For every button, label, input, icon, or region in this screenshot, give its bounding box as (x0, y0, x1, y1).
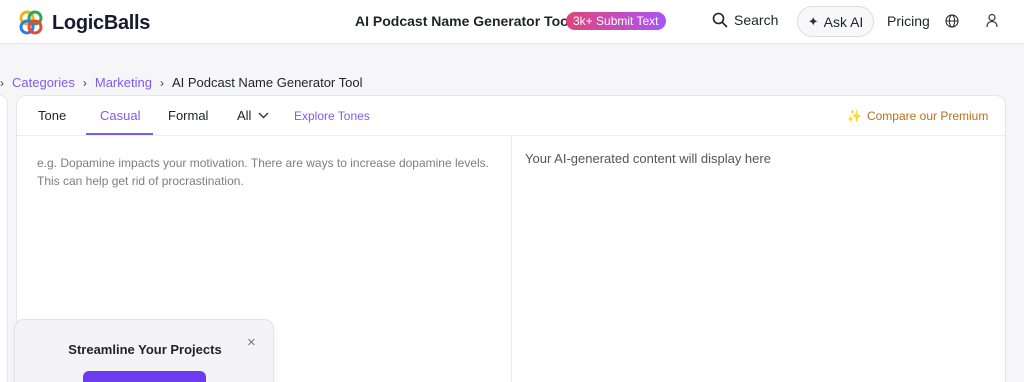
chevron-right-icon: › (159, 75, 164, 90)
ask-ai-label: Ask AI (823, 13, 864, 30)
output-area: Your AI-generated content will display h… (525, 151, 771, 166)
tone-label: Tone (38, 108, 67, 123)
page-title: AI Podcast Name Generator Tool (355, 13, 573, 29)
chevron-down-icon (258, 112, 269, 119)
close-icon[interactable]: × (247, 334, 256, 351)
logo-text: LogicBalls (52, 11, 151, 34)
pricing-link[interactable]: Pricing (887, 13, 930, 29)
user-icon[interactable] (985, 13, 999, 28)
logo[interactable]: LogicBalls (16, 8, 150, 38)
compare-premium-label: Compare our Premium (866, 109, 989, 123)
chevron-right-icon: › (0, 75, 4, 90)
content-input[interactable]: e.g. Dopamine impacts your motivation. T… (37, 154, 503, 190)
search-label: Search (734, 12, 779, 28)
explore-tones-link[interactable]: Explore Tones (294, 109, 370, 123)
popup-title: Streamline Your Projects (68, 342, 222, 357)
sparkle-icon: ✦ (807, 13, 819, 29)
globe-icon[interactable] (945, 14, 959, 28)
collapsed-side-panel[interactable] (0, 95, 8, 382)
tab-all-label: All (237, 108, 252, 123)
search-icon (712, 12, 728, 28)
tab-all-dropdown[interactable]: All (237, 108, 269, 123)
top-header: LogicBalls AI Podcast Name Generator Too… (0, 0, 1024, 44)
breadcrumb: › Categories › Marketing › AI Podcast Na… (0, 75, 362, 90)
breadcrumb-categories[interactable]: Categories (12, 75, 75, 90)
active-tab-indicator (86, 133, 153, 135)
submit-text-badge[interactable]: 3k+ Submit Text (566, 12, 666, 30)
tone-tabs: Tone Casual Formal All Explore Tones ✨ C… (17, 96, 1005, 136)
promo-popup: Streamline Your Projects × (14, 319, 274, 382)
breadcrumb-current: AI Podcast Name Generator Tool (171, 75, 363, 90)
tab-casual[interactable]: Casual (100, 108, 140, 123)
logo-icon (19, 10, 43, 35)
chevron-right-icon: › (82, 75, 87, 90)
popup-cta-button[interactable] (83, 371, 206, 382)
compare-premium-link[interactable]: ✨ Compare our Premium (847, 109, 988, 123)
panel-divider (511, 136, 512, 382)
breadcrumb-marketing[interactable]: Marketing (95, 75, 152, 90)
sparkle-icon: ✨ (847, 109, 862, 123)
tab-formal[interactable]: Formal (168, 108, 208, 123)
ask-ai-button[interactable]: ✦ Ask AI (797, 6, 874, 37)
search-button[interactable]: Search (712, 12, 778, 28)
